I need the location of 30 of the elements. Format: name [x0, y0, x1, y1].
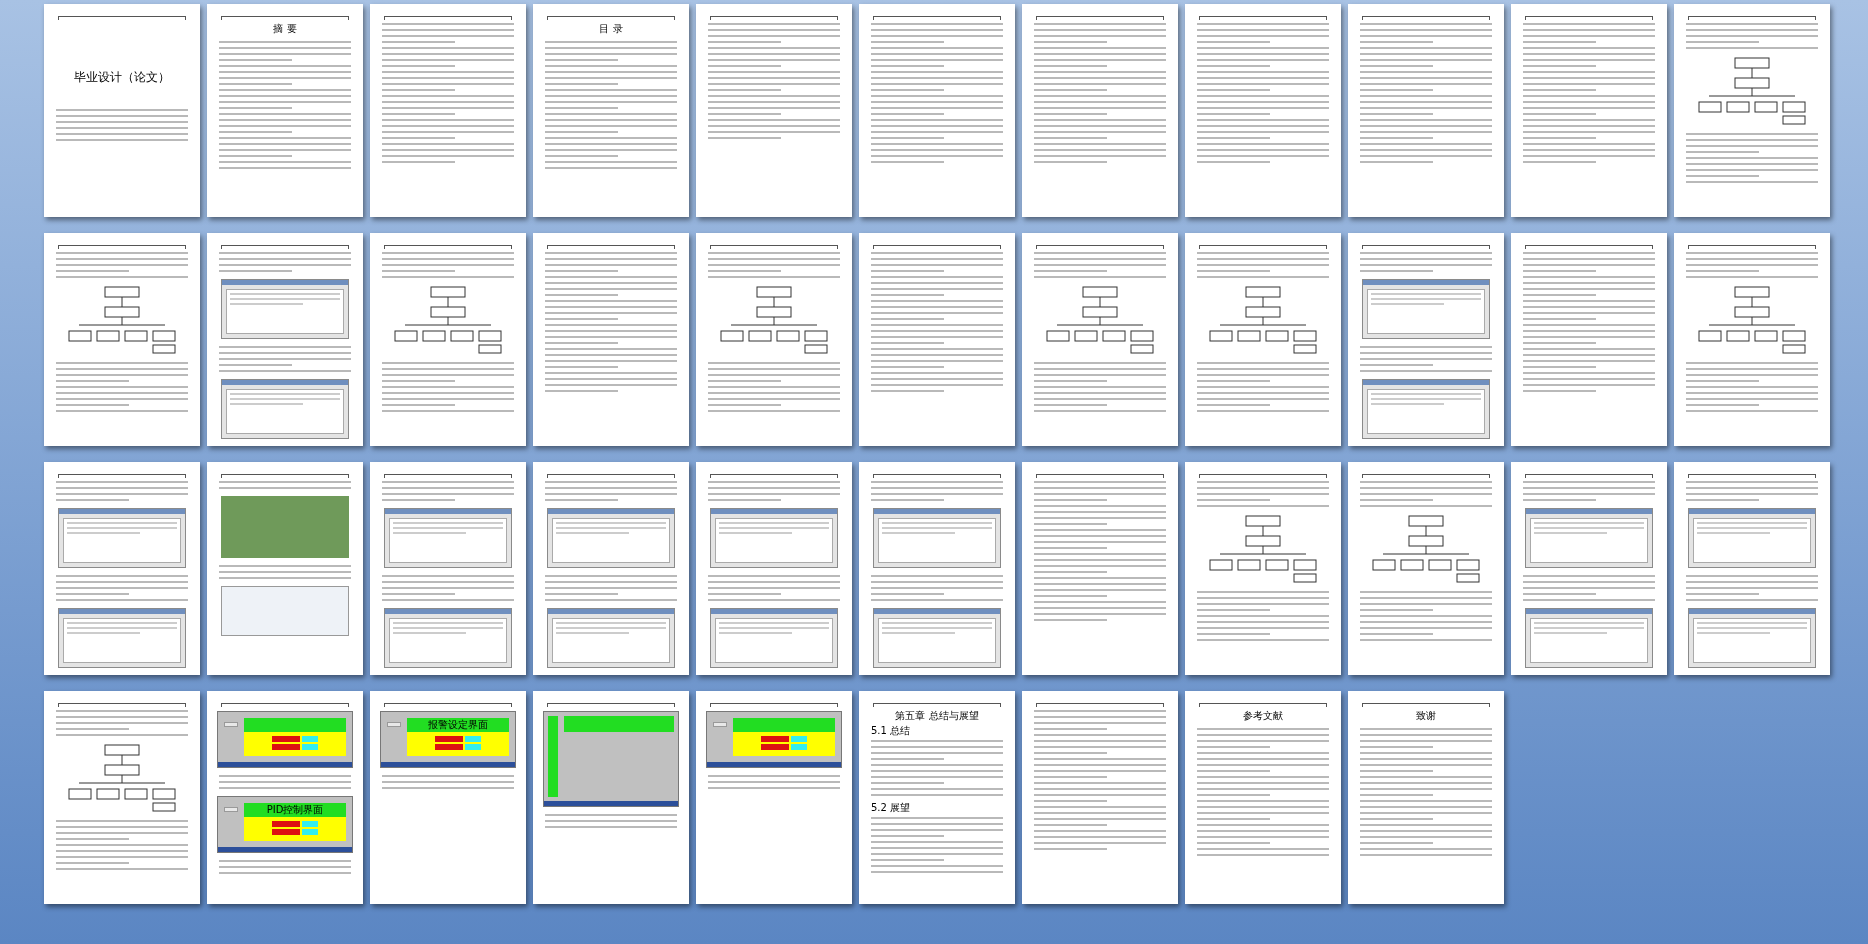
document-page[interactable]: PID控制界面	[207, 691, 363, 904]
document-page[interactable]	[859, 462, 1015, 675]
document-page[interactable]	[533, 691, 689, 904]
page-heading: 第五章 总结与展望	[894, 710, 980, 722]
hmi-screen-title: PID控制界面	[266, 804, 324, 816]
page-heading: 致谢	[1415, 710, 1437, 722]
hmi-screen-title: 报警设定界面	[428, 719, 488, 731]
page-heading: 目 录	[598, 23, 624, 35]
document-page[interactable]	[207, 233, 363, 446]
document-page[interactable]	[533, 462, 689, 675]
document-page[interactable]	[1511, 462, 1667, 675]
cover-title: 毕业设计（论文）	[73, 70, 171, 84]
document-page[interactable]: 报警设定界面	[370, 691, 526, 904]
document-page[interactable]: 毕业设计（论文）	[44, 4, 200, 217]
section-heading: 5.2 展望	[870, 802, 912, 814]
document-page[interactable]	[696, 462, 852, 675]
document-page[interactable]: 第五章 总结与展望 5.1 总结 5.2 展望	[859, 691, 1015, 904]
document-page[interactable]	[207, 462, 363, 675]
document-page[interactable]	[370, 462, 526, 675]
document-page[interactable]	[1674, 462, 1830, 675]
page-heading: 摘 要	[272, 23, 298, 35]
page-heading: 参考文献	[1242, 710, 1284, 722]
document-page[interactable]	[696, 691, 852, 904]
document-page[interactable]: 致谢	[1348, 691, 1504, 904]
document-page[interactable]: 摘 要	[207, 4, 363, 217]
document-page[interactable]	[1348, 233, 1504, 446]
document-page[interactable]	[44, 462, 200, 675]
section-heading: 5.1 总结	[870, 725, 912, 737]
document-page[interactable]: 参考文献	[1185, 691, 1341, 904]
document-page[interactable]: 目 录	[533, 4, 689, 217]
